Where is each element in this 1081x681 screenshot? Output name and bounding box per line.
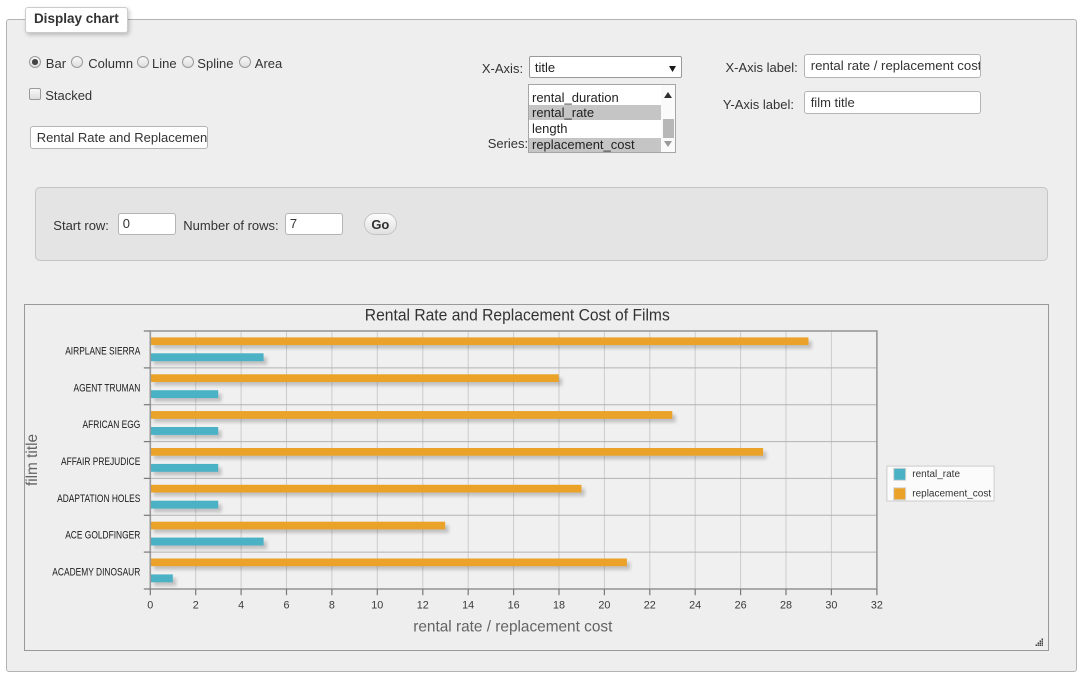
svg-text:12: 12 bbox=[417, 600, 429, 612]
svg-text:4: 4 bbox=[238, 600, 244, 612]
svg-text:26: 26 bbox=[735, 600, 747, 612]
svg-text:32: 32 bbox=[871, 600, 883, 612]
svg-text:ADAPTATION HOLES: ADAPTATION HOLES bbox=[57, 493, 140, 505]
svg-text:10: 10 bbox=[371, 600, 383, 612]
svg-text:8: 8 bbox=[329, 600, 335, 612]
svg-text:14: 14 bbox=[462, 600, 474, 612]
svg-text:18: 18 bbox=[553, 600, 565, 612]
svg-text:6: 6 bbox=[284, 600, 290, 612]
svg-text:28: 28 bbox=[780, 600, 792, 612]
svg-text:AGENT TRUMAN: AGENT TRUMAN bbox=[74, 383, 141, 395]
svg-text:AFRICAN EGG: AFRICAN EGG bbox=[83, 419, 141, 431]
svg-text:22: 22 bbox=[644, 600, 656, 612]
svg-text:0: 0 bbox=[147, 600, 153, 612]
svg-text:16: 16 bbox=[508, 600, 520, 612]
svg-text:20: 20 bbox=[599, 600, 611, 612]
svg-text:AFFAIR PREJUDICE: AFFAIR PREJUDICE bbox=[61, 456, 140, 468]
svg-text:2: 2 bbox=[193, 600, 199, 612]
svg-text:rental rate / replacement cost: rental rate / replacement cost bbox=[413, 619, 613, 636]
svg-text:replacement_cost: replacement_cost bbox=[912, 489, 991, 500]
svg-text:24: 24 bbox=[689, 600, 701, 612]
svg-text:film title: film title bbox=[24, 434, 41, 486]
svg-text:AIRPLANE SIERRA: AIRPLANE SIERRA bbox=[65, 346, 141, 358]
svg-text:ACADEMY DINOSAUR: ACADEMY DINOSAUR bbox=[53, 567, 141, 579]
svg-text:ACE GOLDFINGER: ACE GOLDFINGER bbox=[65, 530, 140, 542]
svg-text:rental_rate: rental_rate bbox=[912, 469, 960, 480]
svg-text:Rental Rate and Replacement Co: Rental Rate and Replacement Cost of Film… bbox=[365, 306, 670, 325]
svg-text:30: 30 bbox=[826, 600, 838, 612]
